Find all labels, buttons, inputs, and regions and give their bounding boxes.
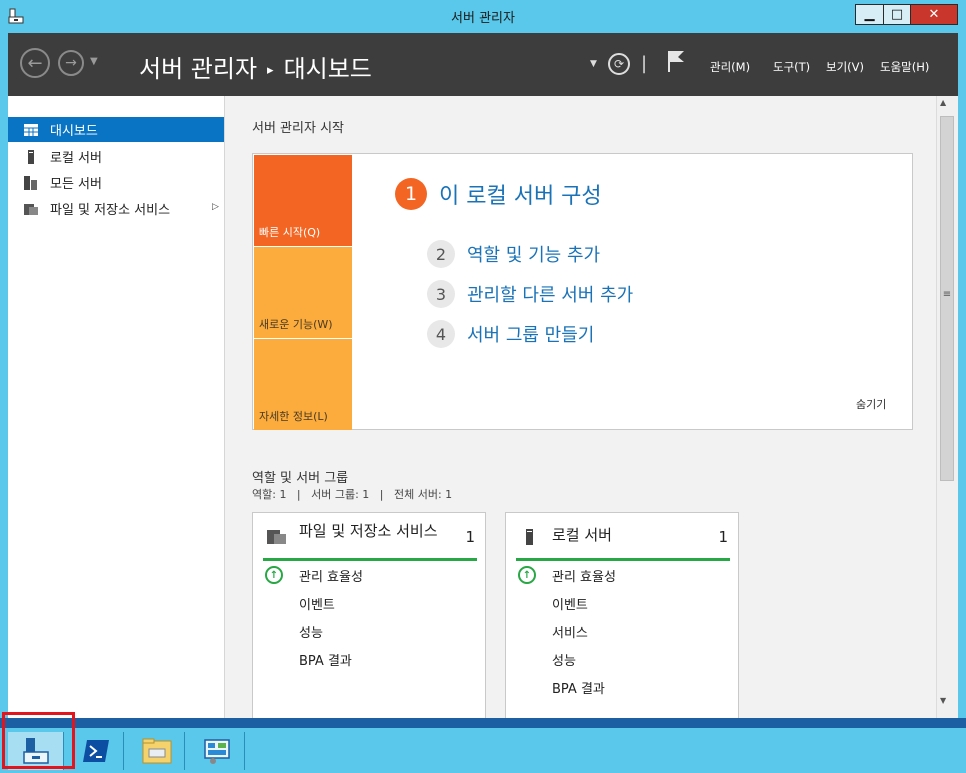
refresh-icon[interactable]: ⟳ (608, 53, 630, 75)
step-link[interactable]: 관리할 다른 서버 추가 (467, 281, 633, 307)
sidebar-item-file-storage[interactable]: 파일 및 저장소 서비스 (8, 196, 224, 221)
minimize-icon: ▁ (864, 7, 875, 22)
sidebar-item-label: 로컬 서버 (50, 151, 102, 166)
card-row-performance[interactable]: 성능 (552, 650, 576, 669)
breadcrumb-current: 대시보드 (283, 55, 372, 83)
quick-start-panel: 빠른 시작(Q) 새로운 기능(W) 자세한 정보(L) 1 이 로컬 서버 구… (252, 153, 913, 430)
step-number-badge: 1 (395, 178, 427, 210)
expand-arrow-icon[interactable]: ▷ (212, 202, 219, 212)
breadcrumb: 서버 관리자 ▸ 대시보드 (139, 49, 372, 84)
card-header[interactable]: 파일 및 저장소 서비스 1 (263, 513, 477, 561)
card-row-manageability[interactable]: 관리 효율성 (552, 566, 616, 585)
taskbar (0, 718, 966, 773)
tile-label: 자세한 정보(L) (259, 410, 328, 423)
forward-button[interactable]: → (58, 50, 84, 76)
scrollbar-thumb[interactable]: ≡ (940, 116, 954, 481)
taskbar-powershell-button[interactable] (68, 732, 124, 770)
step-add-roles-features[interactable]: 2 역할 및 기능 추가 (427, 240, 600, 268)
roles-section-title: 역할 및 서버 그룹 (252, 471, 349, 486)
close-button[interactable]: ✕ (910, 4, 958, 25)
header-bar: ← → ▼ 서버 관리자 ▸ 대시보드 ▼ ⟳ | 관리(M) 도구(T) 보기(V… (8, 33, 958, 96)
taskbar-control-panel-button[interactable] (189, 732, 245, 770)
file-storage-icon (24, 203, 38, 215)
role-card-file-storage[interactable]: 파일 및 저장소 서비스 1 ↑ 관리 효율성 이벤트 성능 BPA 결과 (252, 512, 486, 718)
maximize-icon: □ (890, 7, 904, 22)
server-icon (526, 529, 533, 545)
hide-link[interactable]: 숨기기 (856, 396, 886, 412)
card-row-performance[interactable]: 성능 (299, 622, 323, 641)
menu-tools[interactable]: 도구(T) (773, 59, 810, 75)
history-dropdown-icon[interactable]: ▼ (90, 56, 98, 67)
card-count: 1 (465, 528, 475, 546)
card-row-events[interactable]: 이벤트 (299, 594, 335, 613)
card-row-bpa-results[interactable]: BPA 결과 (299, 650, 352, 669)
step-number-badge: 3 (427, 280, 455, 308)
step-link[interactable]: 역할 및 기능 추가 (467, 241, 600, 267)
control-panel-icon (203, 739, 230, 764)
card-title: 로컬 서버 (552, 526, 612, 544)
dashboard-icon (24, 123, 38, 136)
server-manager-window: 서버 관리자 ▁ □ ✕ ← → ▼ 서버 관리자 ▸ 대시보드 ▼ ⟳ | 관리(… (0, 0, 966, 718)
taskbar-file-explorer-button[interactable] (129, 732, 185, 770)
sidebar-item-local-server[interactable]: 로컬 서버 (8, 144, 224, 169)
scroll-down-icon[interactable]: ▼ (940, 696, 946, 705)
sidebar-item-label: 대시보드 (50, 124, 98, 139)
tile-label: 새로운 기능(W) (259, 318, 333, 331)
scrollbar-grip-icon: ≡ (942, 289, 952, 300)
file-storage-icon (267, 530, 286, 544)
step-create-server-group[interactable]: 4 서버 그룹 만들기 (427, 320, 594, 348)
maximize-button[interactable]: □ (883, 4, 911, 25)
scroll-up-icon[interactable]: ▲ (940, 98, 946, 107)
status-ok-icon: ↑ (518, 566, 536, 584)
step-link[interactable]: 이 로컬 서버 구성 (439, 178, 602, 210)
step-number-badge: 2 (427, 240, 455, 268)
tile-learn-more[interactable]: 자세한 정보(L) (254, 339, 352, 430)
step-configure-local-server[interactable]: 1 이 로컬 서버 구성 (395, 178, 602, 210)
tile-label: 빠른 시작(Q) (259, 226, 321, 239)
back-button[interactable]: ← (20, 48, 50, 78)
folder-icon (142, 738, 171, 764)
quick-start-section-title: 서버 관리자 시작 (252, 121, 344, 136)
card-row-services[interactable]: 서비스 (552, 622, 588, 641)
sidebar-item-all-servers[interactable]: 모든 서버 (8, 170, 224, 195)
breadcrumb-separator-icon: ▸ (267, 63, 274, 78)
sidebar-item-label: 파일 및 저장소 서비스 (50, 203, 171, 218)
refresh-dropdown-icon[interactable]: ▼ (590, 59, 597, 69)
card-title: 파일 및 저장소 서비스 (299, 522, 438, 540)
title-bar[interactable]: 서버 관리자 ▁ □ ✕ (0, 0, 966, 33)
roles-summary: 역할: 1 | 서버 그룹: 1 | 전체 서버: 1 (252, 488, 453, 501)
status-ok-icon: ↑ (265, 566, 283, 584)
card-row-bpa-results[interactable]: BPA 결과 (552, 678, 605, 697)
back-arrow-icon: ← (27, 52, 43, 74)
tile-quick-start[interactable]: 빠른 시작(Q) (254, 155, 352, 246)
tile-whats-new[interactable]: 새로운 기능(W) (254, 247, 352, 338)
step-add-other-servers[interactable]: 3 관리할 다른 서버 추가 (427, 280, 633, 308)
header-separator: | (641, 53, 648, 74)
sidebar-item-label: 모든 서버 (50, 177, 102, 192)
close-icon: ✕ (928, 7, 940, 22)
server-icon (28, 149, 34, 164)
sidebar-item-dashboard[interactable]: 대시보드 (8, 117, 224, 142)
card-row-manageability[interactable]: 관리 효율성 (299, 566, 363, 585)
powershell-icon (82, 740, 109, 762)
menu-help[interactable]: 도움말(H) (880, 59, 929, 75)
step-link[interactable]: 서버 그룹 만들기 (467, 321, 594, 347)
dashboard-content: 서버 관리자 시작 빠른 시작(Q) 새로운 기능(W) 자세한 정보(L) 1… (225, 96, 936, 718)
breadcrumb-root[interactable]: 서버 관리자 (139, 55, 257, 83)
card-count: 1 (718, 528, 728, 546)
role-card-local-server[interactable]: 로컬 서버 1 ↑ 관리 효율성 이벤트 서비스 성능 BPA 결과 (505, 512, 739, 718)
window-title: 서버 관리자 (451, 11, 515, 26)
servers-icon (24, 175, 37, 190)
card-header[interactable]: 로컬 서버 1 (516, 513, 730, 561)
forward-arrow-icon: → (65, 55, 77, 71)
menu-manage[interactable]: 관리(M) (710, 59, 750, 75)
notifications-flag-icon[interactable] (666, 49, 686, 73)
menu-view[interactable]: 보기(V) (826, 59, 864, 75)
minimize-button[interactable]: ▁ (855, 4, 884, 25)
vertical-scrollbar[interactable]: ▲ ≡ ▼ (936, 96, 958, 718)
step-number-badge: 4 (427, 320, 455, 348)
sidebar: 대시보드 로컬 서버 모든 서버 파일 및 저장소 서비스 ▷ (8, 96, 225, 718)
card-row-events[interactable]: 이벤트 (552, 594, 588, 613)
highlight-box (2, 712, 75, 769)
